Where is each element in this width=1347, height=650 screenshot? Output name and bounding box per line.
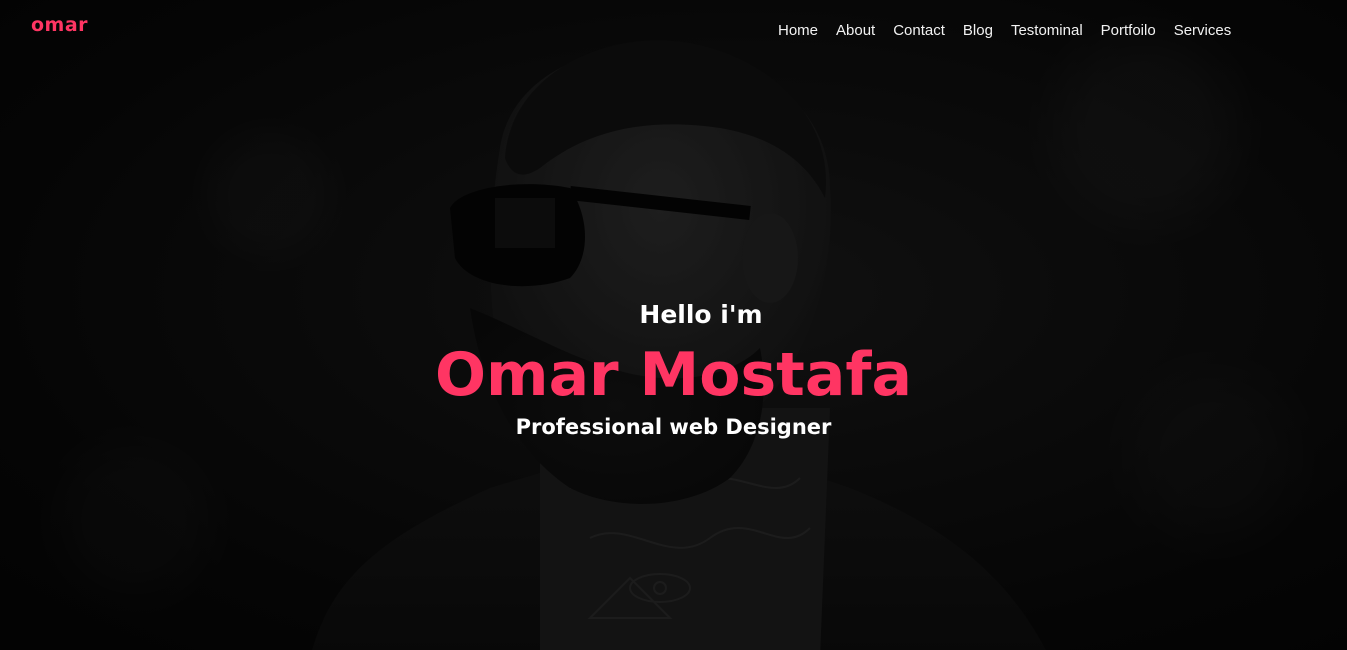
navbar: omar Home About Contact Blog Testominal … (0, 0, 1347, 64)
nav-links: Home About Contact Blog Testominal Portf… (778, 22, 1249, 39)
nav-link-contact[interactable]: Contact (893, 22, 945, 39)
hero-section: omar Home About Contact Blog Testominal … (0, 0, 1347, 650)
nav-link-services[interactable]: Services (1174, 22, 1232, 39)
hero-name: Omar Mostafa (435, 340, 912, 410)
nav-link-portfolio[interactable]: Portfoilo (1101, 22, 1156, 39)
hero-greeting: Hello i'm (639, 300, 763, 329)
nav-link-home[interactable]: Home (778, 22, 818, 39)
nav-link-blog[interactable]: Blog (963, 22, 993, 39)
nav-link-testimonial[interactable]: Testominal (1011, 22, 1083, 39)
site-logo[interactable]: omar (31, 14, 88, 36)
hero-text: Hello i'm Omar Mostafa Professional web … (0, 300, 1347, 439)
nav-link-about[interactable]: About (836, 22, 875, 39)
hero-role: Professional web Designer (515, 415, 832, 439)
